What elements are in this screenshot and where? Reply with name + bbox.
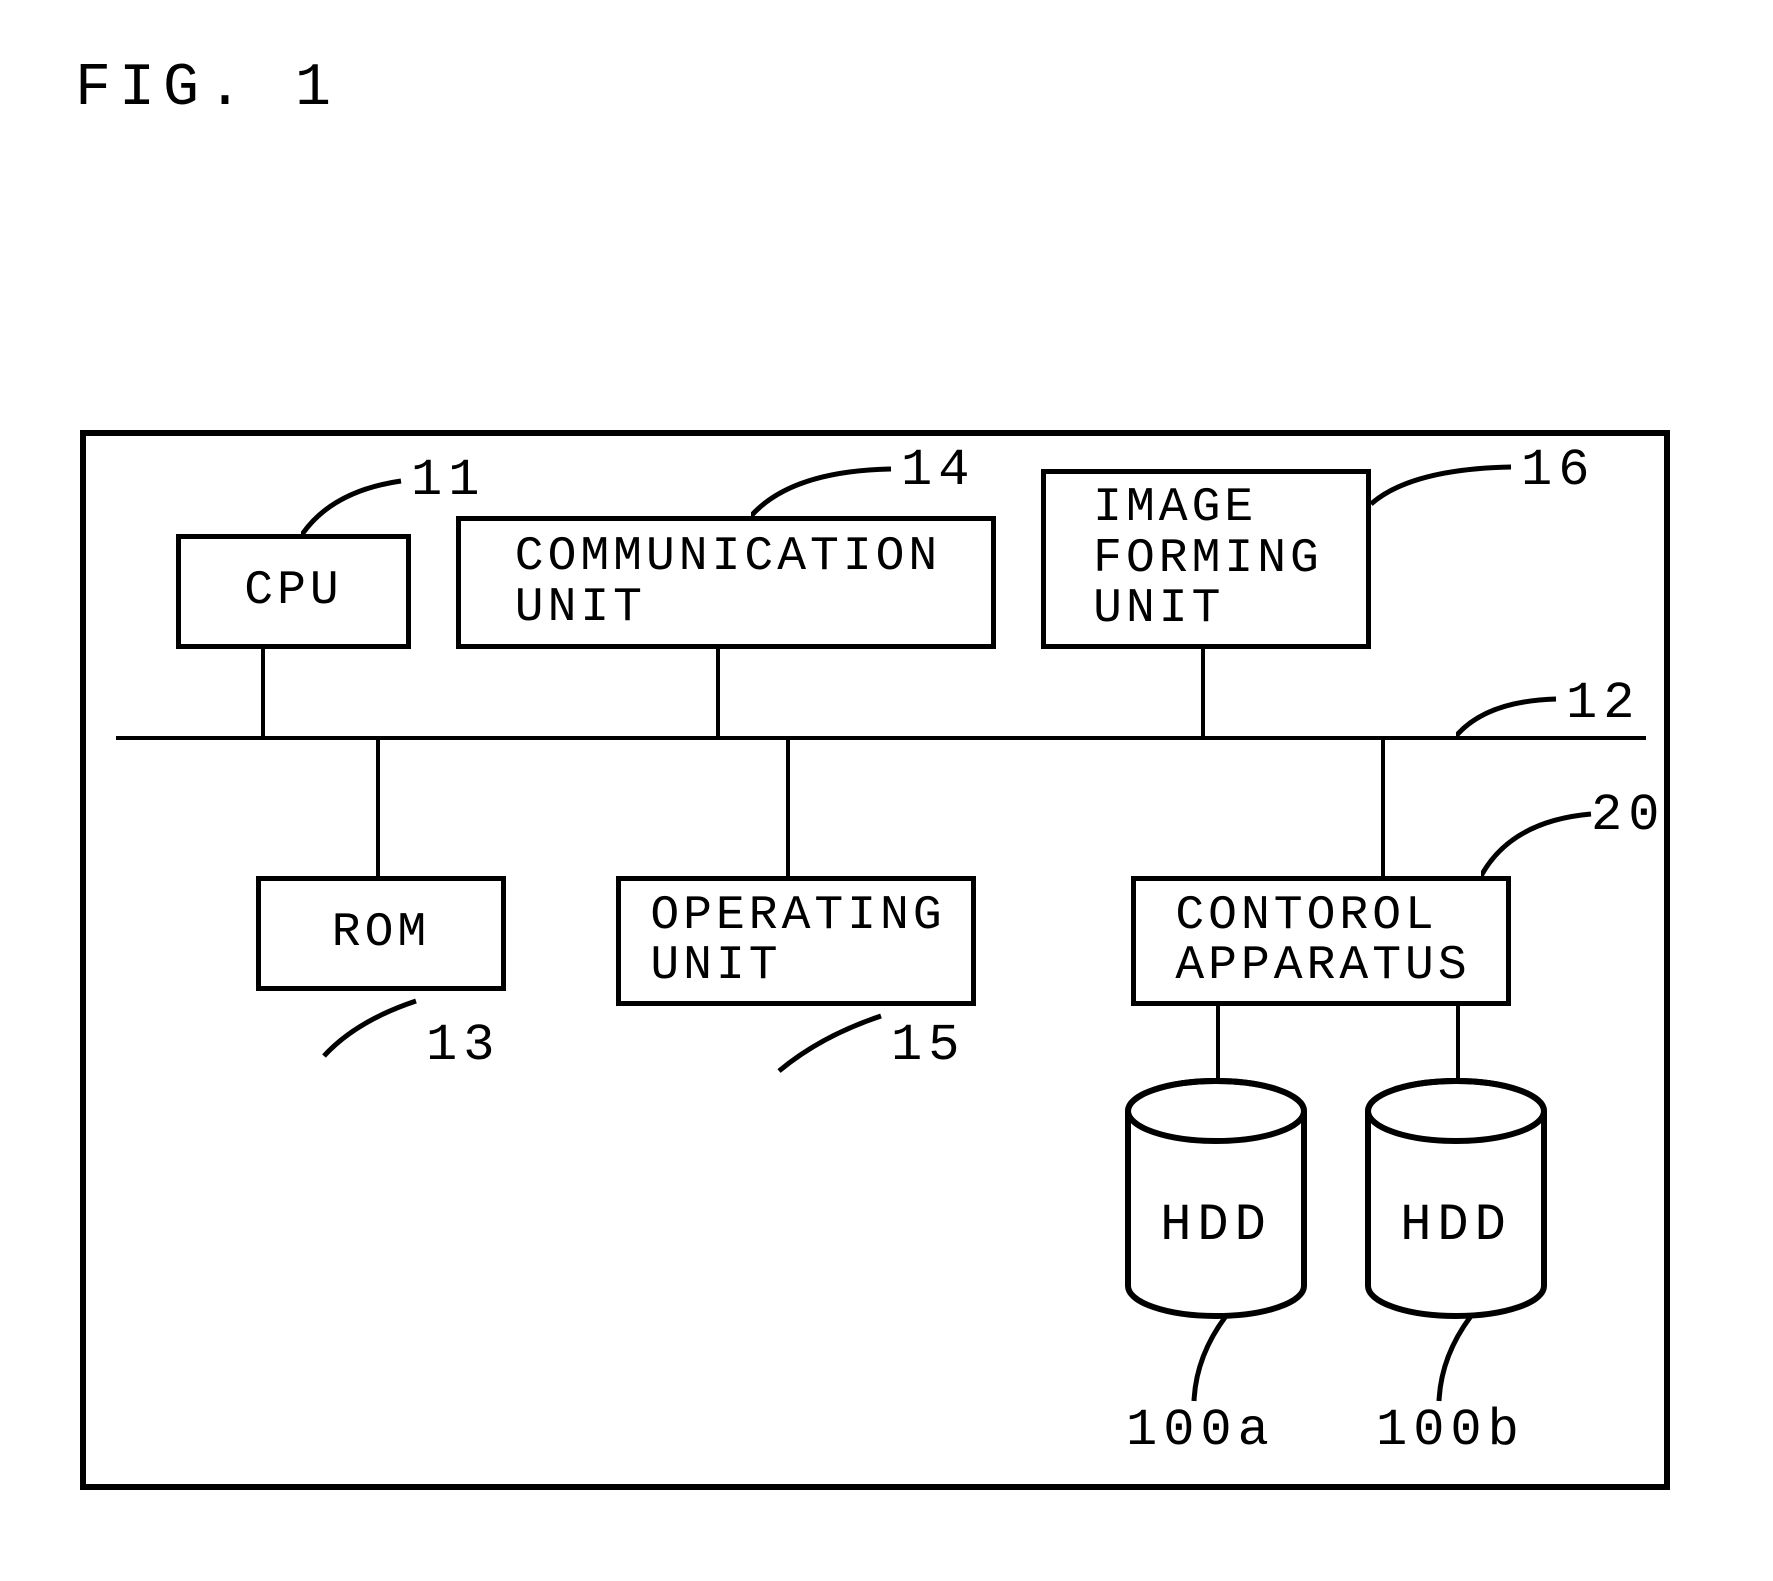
leader-100a	[1186, 1316, 1236, 1406]
image-conn	[1201, 649, 1205, 736]
hdd-a-text: HDD	[1121, 1196, 1311, 1255]
ref-100b: 100b	[1376, 1401, 1525, 1460]
comm-block: COMMUNICATION UNIT	[456, 516, 996, 649]
cpu-text: CPU	[244, 566, 342, 616]
ref-16: 16	[1521, 441, 1595, 500]
leader-100b	[1431, 1316, 1481, 1406]
ref-13: 13	[426, 1016, 500, 1075]
diagram-frame: CPU COMMUNICATION UNIT IMAGE FORMING UNI…	[80, 430, 1670, 1490]
leader-15	[771, 1006, 891, 1076]
leader-14	[751, 461, 901, 521]
control-conn	[1381, 736, 1385, 876]
image-text: IMAGE FORMING UNIT	[1093, 483, 1323, 634]
ref-100a: 100a	[1126, 1401, 1275, 1460]
leader-13	[316, 991, 426, 1061]
rom-text: ROM	[332, 908, 430, 958]
control-text: CONTOROL APPARATUS	[1175, 891, 1470, 992]
hdd-b-cylinder: HDD	[1361, 1076, 1551, 1326]
ref-15: 15	[891, 1016, 965, 1075]
bus-line	[116, 736, 1646, 740]
operating-conn	[786, 736, 790, 876]
cpu-block: CPU	[176, 534, 411, 649]
ref-12: 12	[1566, 674, 1640, 733]
rom-block: ROM	[256, 876, 506, 991]
hdd-a-cylinder: HDD	[1121, 1076, 1311, 1326]
operating-block: OPERATING UNIT	[616, 876, 976, 1006]
leader-16	[1371, 459, 1521, 509]
cpu-conn	[261, 649, 265, 736]
control-block: CONTOROL APPARATUS	[1131, 876, 1511, 1006]
leader-11	[301, 471, 411, 541]
ref-11: 11	[411, 451, 485, 510]
ref-20: 20	[1591, 786, 1665, 845]
leader-12	[1456, 691, 1566, 741]
image-block: IMAGE FORMING UNIT	[1041, 469, 1371, 649]
figure-label: FIG. 1	[75, 55, 339, 123]
comm-text: COMMUNICATION UNIT	[515, 532, 941, 633]
ref-14: 14	[901, 441, 975, 500]
rom-conn	[376, 736, 380, 876]
hdd-b-text: HDD	[1361, 1196, 1551, 1255]
operating-text: OPERATING UNIT	[650, 891, 945, 992]
comm-conn	[716, 649, 720, 736]
leader-20	[1481, 806, 1601, 881]
